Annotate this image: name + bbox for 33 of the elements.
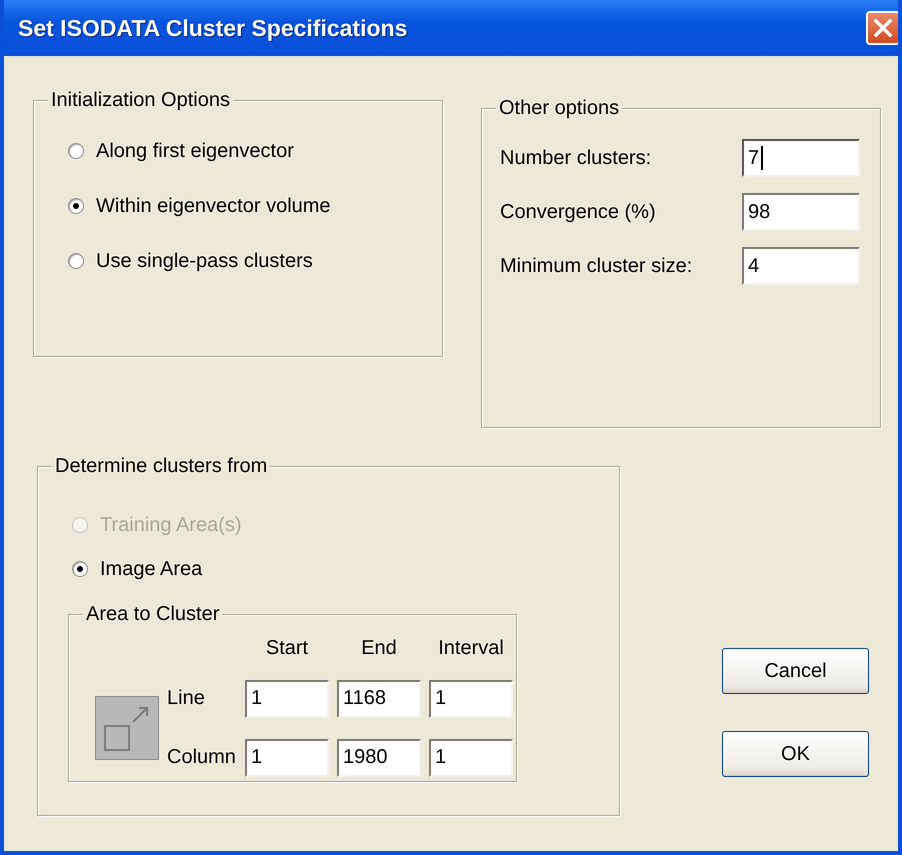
resize-area-icon[interactable] — [95, 696, 159, 760]
option-label: Image Area — [100, 557, 202, 582]
column-header: Interval — [437, 637, 505, 660]
row-label: Line — [167, 687, 206, 710]
input-field[interactable]: 7 — [742, 139, 860, 177]
dialog-button[interactable]: OK — [722, 731, 869, 777]
field-label: Number clusters: — [500, 146, 652, 170]
radio-button[interactable] — [68, 143, 84, 159]
text-cursor — [761, 146, 763, 170]
column-header: End — [360, 637, 398, 660]
column-header: Start — [264, 637, 310, 660]
input-field[interactable]: 98 — [742, 193, 860, 231]
field-label: Convergence (%) — [500, 200, 656, 224]
row-label: Column — [167, 746, 237, 770]
option-label: Within eigenvector volume — [96, 194, 331, 219]
input-field[interactable]: 1 — [245, 680, 329, 718]
option-label: Along first eigenvector — [96, 139, 294, 164]
option-label: Training Area(s) — [100, 513, 242, 538]
input-field[interactable]: 1 — [429, 680, 513, 718]
field-label: Minimum cluster size: — [500, 254, 692, 278]
close-button[interactable] — [866, 11, 898, 45]
input-field[interactable]: 1168 — [337, 680, 421, 718]
input-field[interactable]: 4 — [742, 247, 860, 285]
input-field[interactable]: 1 — [429, 738, 513, 777]
radio-button[interactable] — [72, 561, 88, 577]
window-title: Set ISODATA Cluster Specifications — [18, 14, 408, 42]
input-field[interactable]: 1 — [245, 738, 329, 777]
close-icon — [872, 17, 894, 39]
input-field[interactable]: 1980 — [337, 738, 421, 777]
radio-button[interactable] — [68, 253, 84, 269]
dialog-button[interactable]: Cancel — [722, 648, 869, 694]
option-label: Use single-pass clusters — [96, 249, 313, 274]
radio-button[interactable] — [68, 198, 84, 214]
